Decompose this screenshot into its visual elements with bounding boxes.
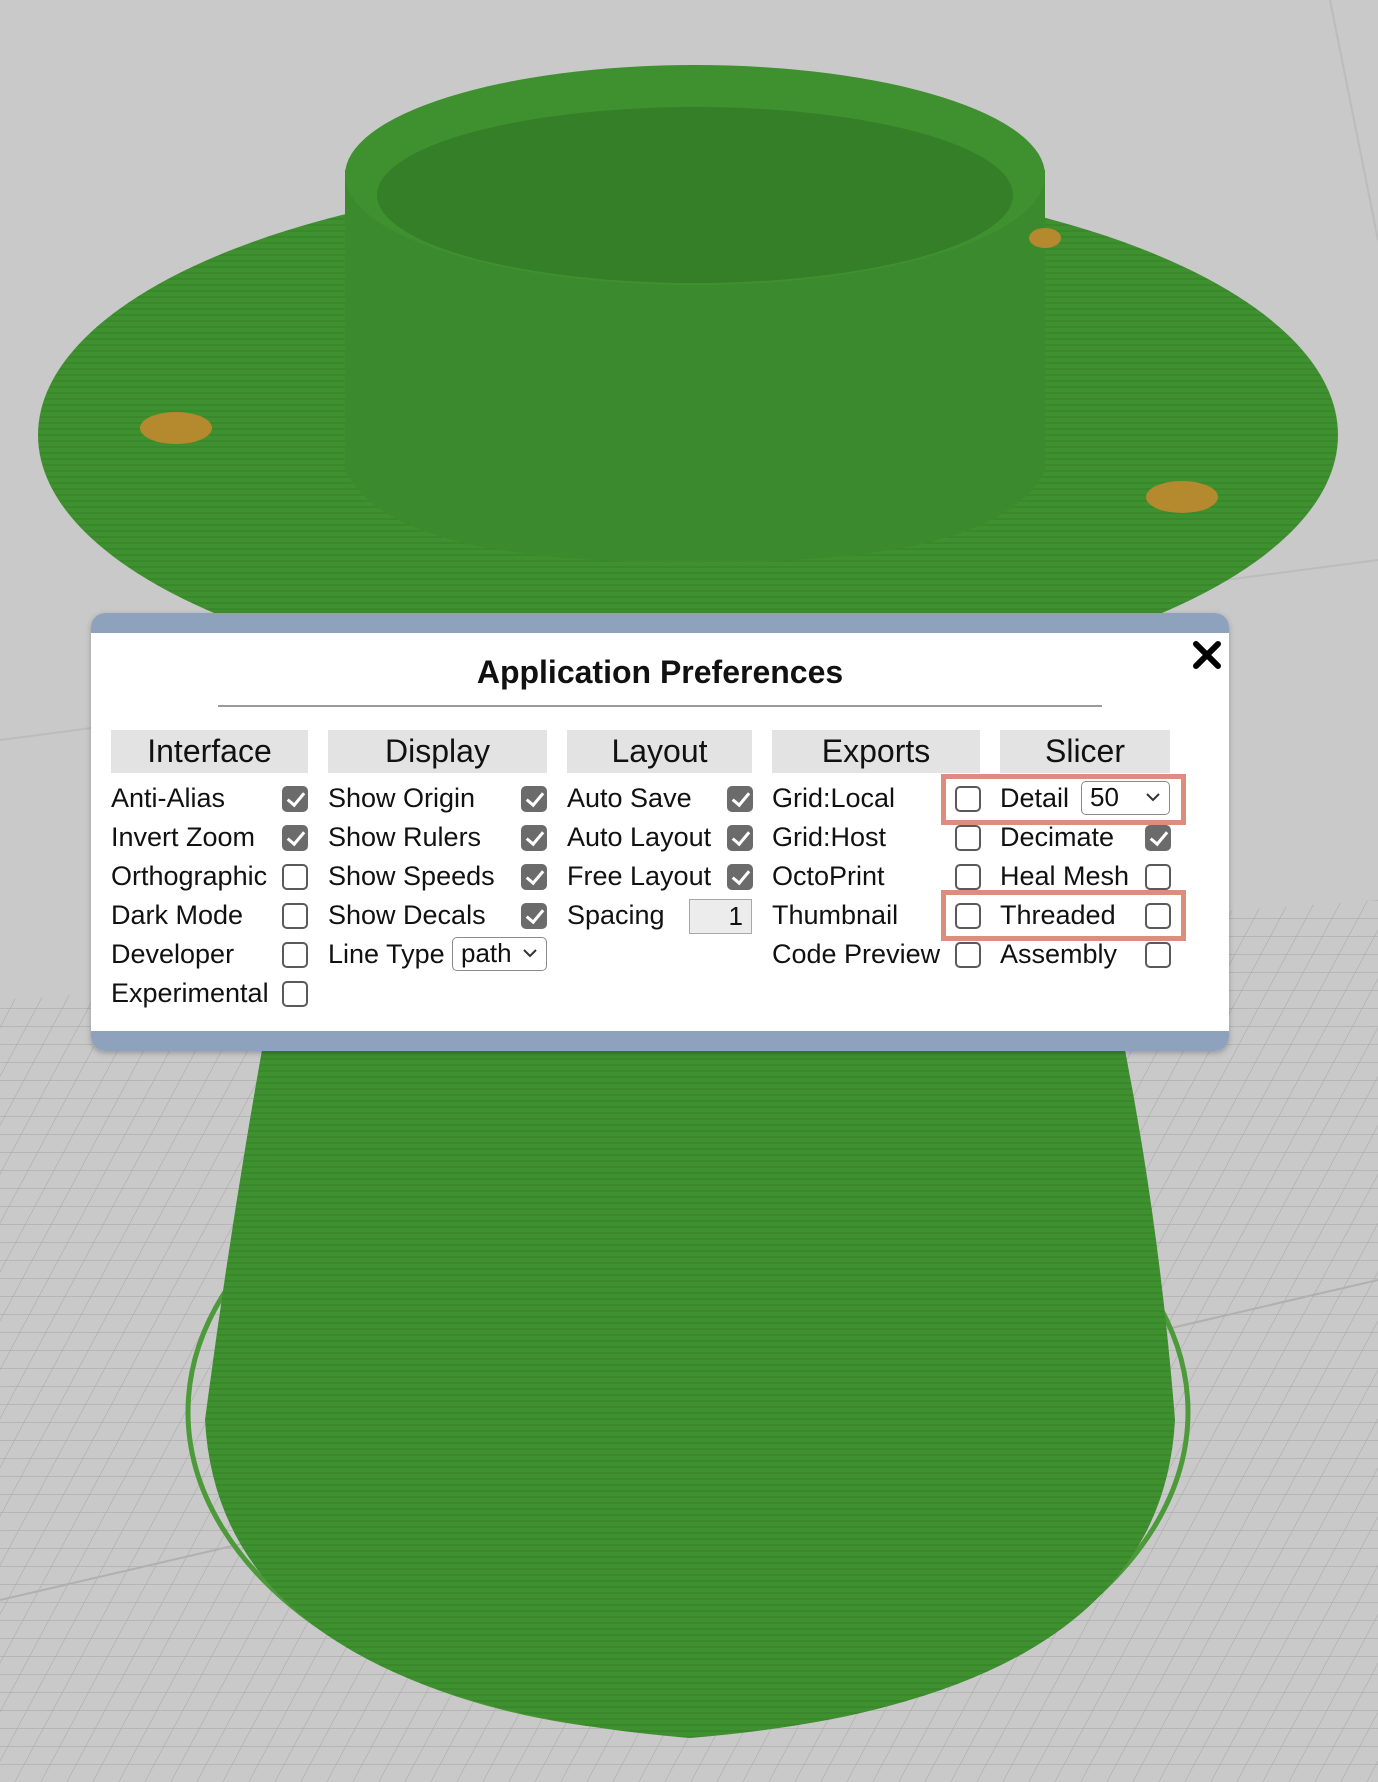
spacing-input[interactable]: 1 <box>689 899 752 934</box>
pref-row: Developer <box>111 935 308 974</box>
pref-label: Auto Layout <box>567 822 712 852</box>
line-type-select[interactable]: path <box>452 937 547 971</box>
octoprint-checkbox[interactable] <box>955 864 981 890</box>
pref-label: Decimate <box>1000 822 1115 852</box>
highlight-threaded <box>941 890 1186 941</box>
chevron-down-icon <box>523 949 537 958</box>
pref-row: Show Rulers <box>328 818 547 857</box>
free-layout-checkbox[interactable] <box>727 864 753 890</box>
developer-checkbox[interactable] <box>282 942 308 968</box>
code-preview-checkbox[interactable] <box>955 942 981 968</box>
dark-mode-checkbox[interactable] <box>282 903 308 929</box>
show-speeds-checkbox[interactable] <box>521 864 547 890</box>
show-rulers-checkbox[interactable] <box>521 825 547 851</box>
pref-label: Grid:Local <box>772 783 896 813</box>
pref-label: Invert Zoom <box>111 822 256 852</box>
pref-label: Orthographic <box>111 861 268 891</box>
tab-display[interactable]: Display <box>328 730 547 773</box>
auto-save-checkbox[interactable] <box>727 786 753 812</box>
pref-label: Assembly <box>1000 939 1118 969</box>
pref-label: Free Layout <box>567 861 712 891</box>
pref-label: Anti-Alias <box>111 783 226 813</box>
pref-label: Thumbnail <box>772 900 899 930</box>
invert-zoom-checkbox[interactable] <box>282 825 308 851</box>
pref-row: Show Decals <box>328 896 547 935</box>
pref-row: Experimental <box>111 974 308 1013</box>
tab-layout[interactable]: Layout <box>567 730 752 773</box>
dialog-bottom-bar <box>91 1031 1229 1051</box>
dialog-title: Application Preferences <box>476 654 844 690</box>
pref-row: Anti-Alias <box>111 779 308 818</box>
pref-label: Developer <box>111 939 235 969</box>
preferences-dialog: Application Preferences Interface Anti-A… <box>91 613 1229 1051</box>
pref-label: Heal Mesh <box>1000 861 1130 891</box>
pref-row: Auto Layout <box>567 818 753 857</box>
pref-row: Auto Save <box>567 779 753 818</box>
pref-row: Spacing 1 <box>567 896 752 935</box>
pref-label: Line Type <box>328 939 445 969</box>
pref-label: Spacing <box>567 900 665 930</box>
pref-label: Auto Save <box>567 783 692 813</box>
pref-label: Show Speeds <box>328 861 495 891</box>
pref-label: Dark Mode <box>111 900 244 930</box>
display-column: Display Show Origin Show Rulers Show Spe… <box>328 730 547 974</box>
pref-label: Grid:Host <box>772 822 887 852</box>
auto-layout-checkbox[interactable] <box>727 825 753 851</box>
grid-host-checkbox[interactable] <box>955 825 981 851</box>
decimate-checkbox[interactable] <box>1145 825 1171 851</box>
line-type-value: path <box>461 938 512 968</box>
pref-row: Show Origin <box>328 779 547 818</box>
pref-row: Orthographic <box>111 857 308 896</box>
pref-row: Invert Zoom <box>111 818 308 857</box>
title-divider <box>218 705 1102 707</box>
highlight-detail <box>941 774 1186 825</box>
screw-hole <box>1146 481 1218 513</box>
screw-hole <box>1029 228 1061 248</box>
orthographic-checkbox[interactable] <box>282 864 308 890</box>
assembly-checkbox[interactable] <box>1145 942 1171 968</box>
pref-label: Show Rulers <box>328 822 482 852</box>
show-origin-checkbox[interactable] <box>521 786 547 812</box>
dialog-top-bar <box>91 613 1229 633</box>
pref-row: Dark Mode <box>111 896 308 935</box>
pref-label: Show Decals <box>328 900 486 930</box>
pref-row: Line Type path <box>328 935 547 974</box>
show-decals-checkbox[interactable] <box>521 903 547 929</box>
pref-row: Show Speeds <box>328 857 547 896</box>
tab-exports[interactable]: Exports <box>772 730 980 773</box>
tab-interface[interactable]: Interface <box>111 730 308 773</box>
anti-alias-checkbox[interactable] <box>282 786 308 812</box>
model-body <box>205 1050 1175 1738</box>
screw-hole <box>140 412 212 444</box>
tab-slicer[interactable]: Slicer <box>1000 730 1170 773</box>
experimental-checkbox[interactable] <box>282 981 308 1007</box>
pref-label: Show Origin <box>328 783 476 813</box>
pref-label: Experimental <box>111 978 269 1008</box>
pref-label: OctoPrint <box>772 861 885 891</box>
layout-column: Layout Auto Save Auto Layout Free Layout… <box>567 730 753 935</box>
interface-column: Interface Anti-Alias Invert Zoom Orthogr… <box>111 730 308 1013</box>
pref-row: Free Layout <box>567 857 753 896</box>
heal-mesh-checkbox[interactable] <box>1145 864 1171 890</box>
close-icon[interactable] <box>1188 636 1226 674</box>
pref-label: Code Preview <box>772 939 941 969</box>
